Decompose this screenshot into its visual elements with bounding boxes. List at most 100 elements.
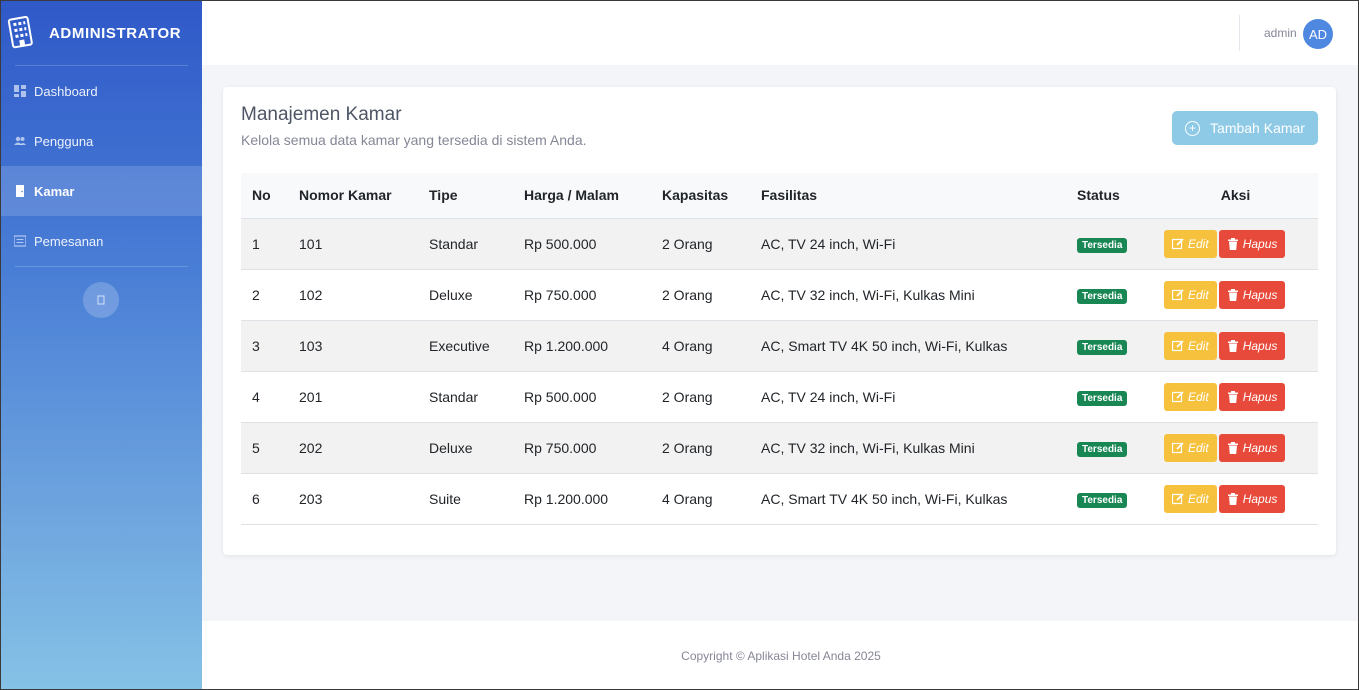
cell-fasilitas: AC, TV 32 inch, Wi-Fi, Kulkas Mini	[750, 422, 1066, 474]
app-window: ADMINISTRATOR Dashboard Pengguna Kamar P…	[0, 0, 1359, 690]
cell-kapasitas: 2 Orang	[651, 422, 750, 474]
cell-actions: Edit Hapus	[1153, 371, 1318, 423]
sidebar-item-label: Pengguna	[34, 133, 94, 149]
edit-label: Edit	[1188, 389, 1209, 404]
column-header: Tipe	[418, 173, 513, 219]
column-header: Aksi	[1153, 173, 1318, 219]
delete-button[interactable]: Hapus	[1218, 331, 1286, 360]
delete-button[interactable]: Hapus	[1218, 280, 1286, 309]
rooms-table: No Nomor Kamar Tipe Harga / Malam Kapasi…	[241, 173, 1318, 525]
cell-no: 6	[241, 473, 288, 525]
edit-button[interactable]: Edit	[1164, 484, 1217, 513]
topbar: admin AD	[202, 1, 1358, 65]
cell-actions: Edit Hapus	[1153, 473, 1318, 525]
sidebar-item-dashboard[interactable]: Dashboard	[1, 66, 202, 116]
cell-tipe: Standar	[418, 218, 513, 270]
cell-fasilitas: AC, Smart TV 4K 50 inch, Wi-Fi, Kulkas	[750, 320, 1066, 372]
edit-label: Edit	[1188, 491, 1209, 506]
edit-icon	[1172, 492, 1184, 504]
user-name[interactable]: admin	[1264, 26, 1297, 40]
table-row: 6 203 Suite Rp 1.200.000 4 Orang AC, Smart TV…	[241, 473, 1318, 525]
plus-circle-icon: +	[1185, 120, 1201, 136]
cell-nomor: 102	[288, 269, 418, 321]
status-badge: Tersedia	[1077, 492, 1128, 508]
cell-nomor: 203	[288, 473, 418, 525]
edit-button[interactable]: Edit	[1164, 280, 1217, 309]
cell-harga: Rp 1.200.000	[513, 473, 651, 525]
cell-kapasitas: 2 Orang	[651, 371, 750, 423]
cell-harga: Rp 500.000	[513, 371, 651, 423]
edit-label: Edit	[1188, 236, 1209, 251]
delete-label: Hapus	[1242, 389, 1278, 404]
edit-label: Edit	[1188, 338, 1209, 353]
cell-nomor: 103	[288, 320, 418, 372]
edit-label: Edit	[1188, 440, 1209, 455]
cell-fasilitas: AC, TV 24 inch, Wi-Fi	[750, 218, 1066, 270]
cell-no: 1	[241, 218, 288, 270]
cell-harga: Rp 500.000	[513, 218, 651, 270]
trash-icon	[1227, 288, 1238, 301]
cell-kapasitas: 4 Orang	[651, 320, 750, 372]
delete-label: Hapus	[1242, 287, 1278, 302]
brand[interactable]: ADMINISTRATOR	[1, 1, 202, 65]
cell-nomor: 202	[288, 422, 418, 474]
sidebar-item-pengguna[interactable]: Pengguna	[1, 116, 202, 166]
cell-nomor: 101	[288, 218, 418, 270]
sidebar-item-kamar[interactable]: Kamar	[1, 166, 202, 216]
column-header: No	[241, 173, 288, 219]
cell-status: Tersedia	[1066, 218, 1153, 270]
delete-label: Hapus	[1242, 491, 1278, 506]
add-room-label: Tambah Kamar	[1210, 120, 1305, 136]
edit-button[interactable]: Edit	[1164, 229, 1217, 258]
cell-no: 5	[241, 422, 288, 474]
cell-fasilitas: AC, TV 32 inch, Wi-Fi, Kulkas Mini	[750, 269, 1066, 321]
cell-actions: Edit Hapus	[1153, 422, 1318, 474]
copyright-text: Copyright © Aplikasi Hotel Anda 2025	[681, 649, 881, 663]
topbar-divider	[1239, 15, 1240, 51]
delete-button[interactable]: Hapus	[1218, 433, 1286, 462]
delete-button[interactable]: Hapus	[1218, 229, 1286, 258]
sidebar-toggle-button[interactable]	[83, 282, 119, 318]
column-header: Nomor Kamar	[288, 173, 418, 219]
edit-button[interactable]: Edit	[1164, 433, 1217, 462]
chevron-left-icon	[97, 295, 105, 305]
avatar[interactable]: AD	[1303, 19, 1333, 49]
list-icon	[14, 235, 26, 247]
edit-button[interactable]: Edit	[1164, 382, 1217, 411]
add-room-button[interactable]: + Tambah Kamar	[1172, 111, 1318, 145]
sidebar-item-label: Kamar	[34, 183, 75, 199]
cell-tipe: Deluxe	[418, 422, 513, 474]
table-body: 1 101 Standar Rp 500.000 2 Orang AC, TV 24 in…	[241, 218, 1318, 525]
edit-button[interactable]: Edit	[1164, 331, 1217, 360]
brand-name: ADMINISTRATOR	[49, 24, 182, 42]
cell-tipe: Suite	[418, 473, 513, 525]
table-row: 3 103 Executive Rp 1.200.000 4 Orang AC, Smar…	[241, 320, 1318, 372]
sidebar-item-pemesanan[interactable]: Pemesanan	[1, 216, 202, 266]
column-header: Status	[1066, 173, 1153, 219]
dashboard-icon	[14, 85, 26, 97]
edit-icon	[1172, 390, 1184, 402]
trash-icon	[1227, 237, 1238, 250]
trash-icon	[1227, 339, 1238, 352]
cell-harga: Rp 750.000	[513, 422, 651, 474]
delete-button[interactable]: Hapus	[1218, 484, 1286, 513]
status-badge: Tersedia	[1077, 288, 1128, 304]
delete-button[interactable]: Hapus	[1218, 382, 1286, 411]
cell-harga: Rp 750.000	[513, 269, 651, 321]
cell-tipe: Executive	[418, 320, 513, 372]
cell-tipe: Deluxe	[418, 269, 513, 321]
delete-label: Hapus	[1242, 440, 1278, 455]
avatar-initials: AD	[1308, 26, 1328, 42]
table-row: 2 102 Deluxe Rp 750.000 2 Orang AC, TV 32 inc…	[241, 269, 1318, 321]
cell-kapasitas: 2 Orang	[651, 218, 750, 270]
cell-actions: Edit Hapus	[1153, 320, 1318, 372]
delete-label: Hapus	[1242, 236, 1278, 251]
cell-status: Tersedia	[1066, 371, 1153, 423]
cell-status: Tersedia	[1066, 320, 1153, 372]
cell-actions: Edit Hapus	[1153, 218, 1318, 270]
cell-status: Tersedia	[1066, 269, 1153, 321]
hotel-building-icon	[7, 16, 33, 49]
cell-no: 2	[241, 269, 288, 321]
cell-harga: Rp 1.200.000	[513, 320, 651, 372]
cell-fasilitas: AC, Smart TV 4K 50 inch, Wi-Fi, Kulkas	[750, 473, 1066, 525]
